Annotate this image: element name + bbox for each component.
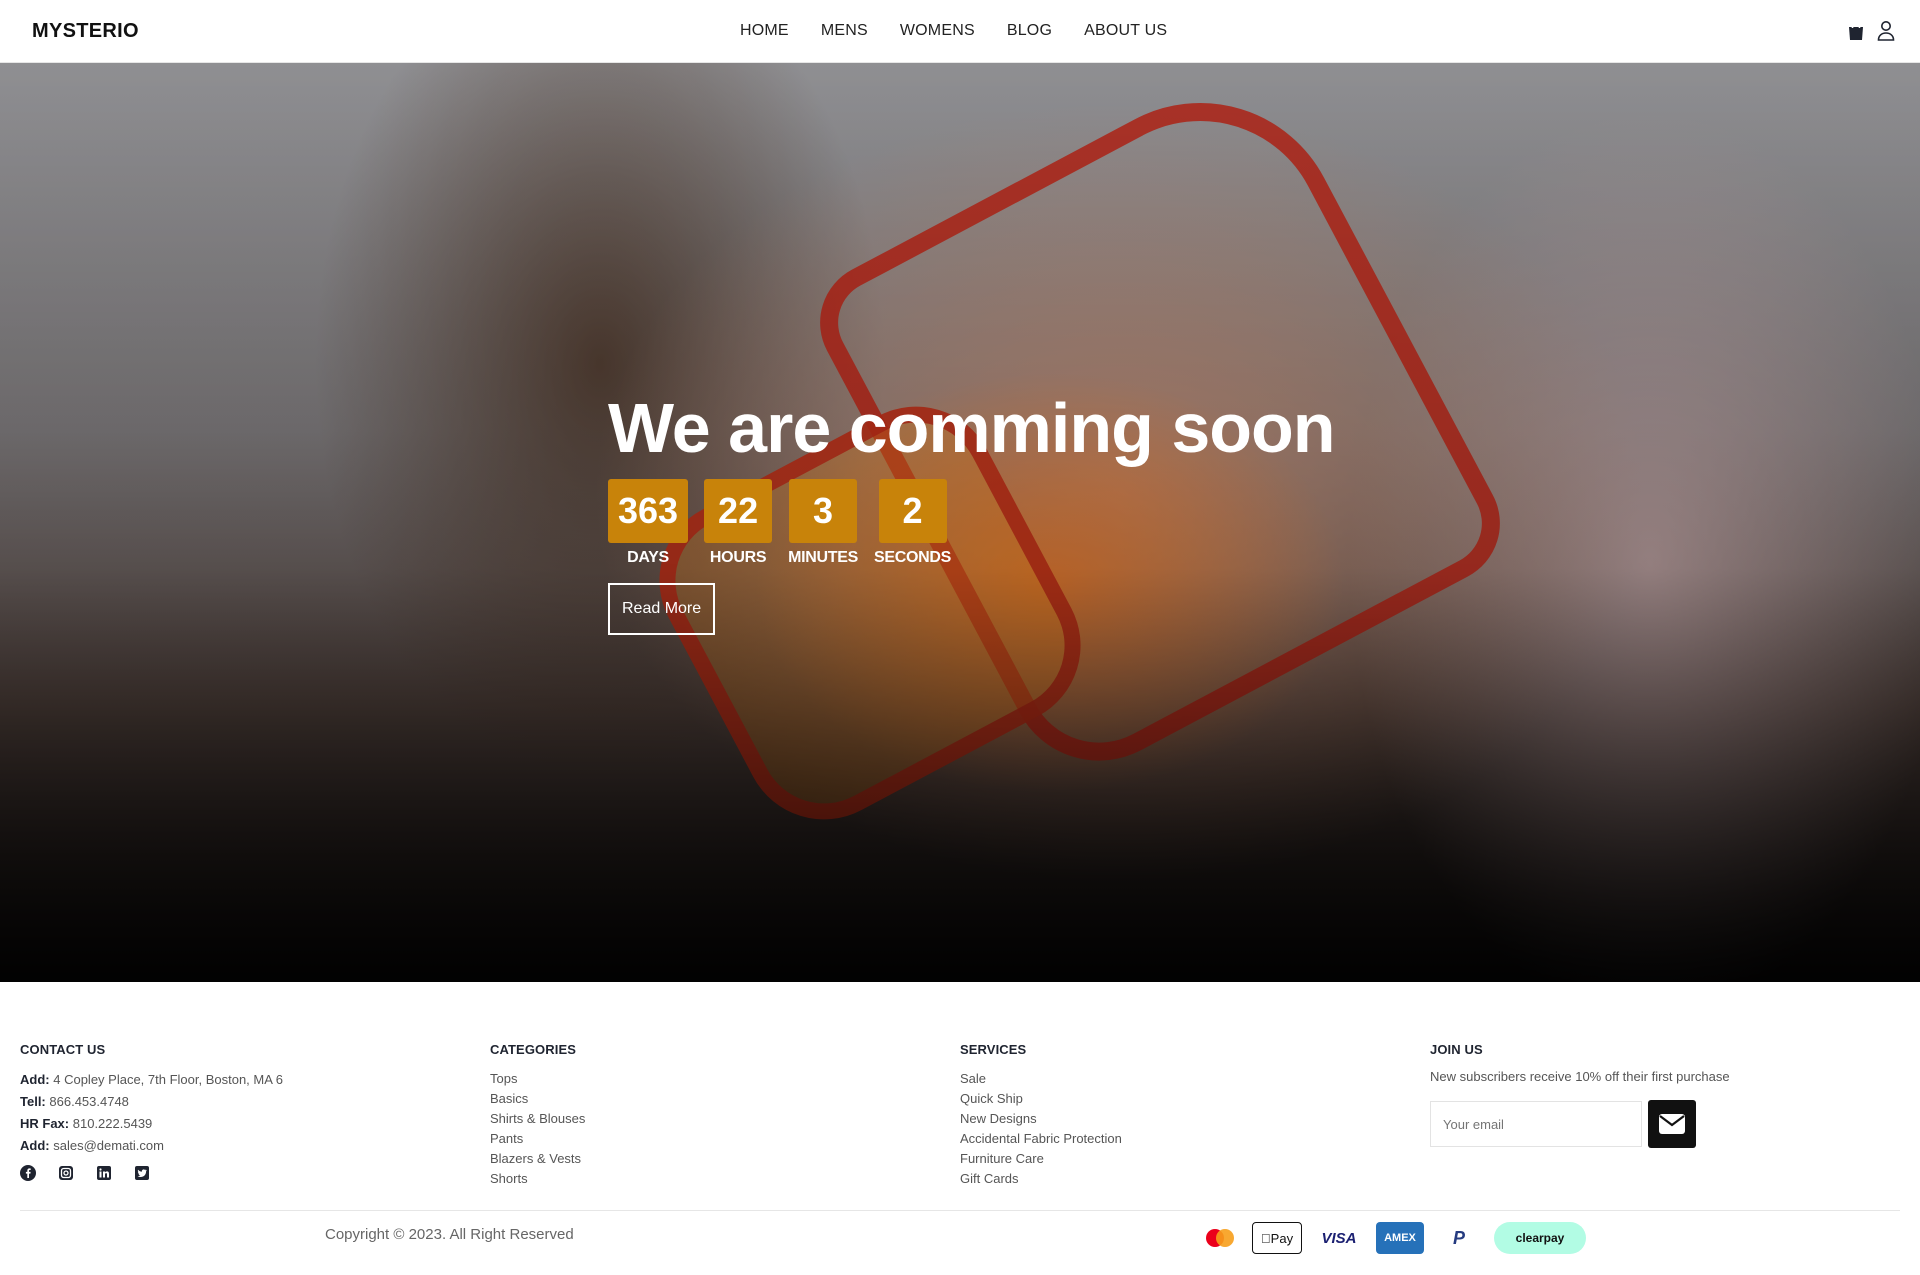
paypal-icon: P	[1452, 1227, 1465, 1248]
read-more-button[interactable]: Read More	[608, 583, 716, 635]
service-link[interactable]: Sale	[960, 1069, 1400, 1089]
envelope-icon	[1659, 1114, 1685, 1134]
amex-icon: AMEX	[1376, 1222, 1424, 1254]
countdown-seconds: 2 SECONDS	[874, 479, 951, 567]
categories-heading: CATEGORIES	[490, 1042, 576, 1057]
footer-join: JOIN US New subscribers receive 10% off …	[1430, 1042, 1890, 1148]
footer-categories: CATEGORIES Tops Basics Shirts & Blouses …	[490, 1042, 930, 1189]
join-heading: JOIN US	[1430, 1042, 1483, 1057]
copyright: Copyright © 2023. All Right Reserved	[325, 1226, 574, 1243]
countdown-value: 2	[878, 479, 947, 543]
footer-divider	[20, 1210, 1900, 1211]
category-link[interactable]: Basics	[490, 1089, 930, 1109]
newsletter-form	[1430, 1100, 1890, 1148]
subscribe-button[interactable]	[1648, 1100, 1696, 1148]
countdown-days: 363 DAYS	[608, 479, 689, 567]
contact-tel: Tell: 866.453.4748	[20, 1094, 129, 1109]
countdown: 363 DAYS 22 HOURS 3 MINUTES 2 SECONDS	[608, 479, 1335, 567]
visa-icon: VISA	[1321, 1229, 1357, 1247]
linkedin-icon[interactable]	[96, 1165, 112, 1181]
twitter-icon[interactable]	[134, 1165, 150, 1181]
apple-icon: 	[1261, 1231, 1271, 1246]
category-link[interactable]: Blazers & Vests	[490, 1149, 930, 1169]
category-link[interactable]: Shirts & Blouses	[490, 1109, 930, 1129]
site-header: MYSTERIO HOME MENS WOMENS BLOG ABOUT US	[0, 0, 1920, 63]
category-link[interactable]: Pants	[490, 1129, 930, 1149]
service-link[interactable]: Furniture Care	[960, 1149, 1400, 1169]
contact-address: Add: 4 Copley Place, 7th Floor, Boston, …	[20, 1072, 284, 1087]
countdown-value: 22	[704, 479, 773, 543]
footer-contact: CONTACT US Add: 4 Copley Place, 7th Floo…	[20, 1042, 460, 1181]
nav-womens[interactable]: WOMENS	[900, 22, 975, 40]
logo[interactable]: MYSTERIO	[32, 20, 139, 43]
category-link[interactable]: Shorts	[490, 1169, 930, 1189]
join-description: New subscribers receive 10% off their fi…	[1430, 1069, 1730, 1084]
service-link[interactable]: New Designs	[960, 1109, 1400, 1129]
user-icon[interactable]	[1876, 20, 1896, 42]
hero-title: We are comming soon	[608, 389, 1336, 467]
countdown-value: 3	[789, 479, 858, 543]
shopping-bag-icon[interactable]	[1846, 20, 1866, 42]
social-links	[20, 1165, 460, 1181]
category-link[interactable]: Tops	[490, 1069, 930, 1089]
nav-about-us[interactable]: ABOUT US	[1084, 22, 1167, 40]
instagram-icon[interactable]	[58, 1165, 74, 1181]
nav-blog[interactable]: BLOG	[1007, 22, 1052, 40]
contact-heading: CONTACT US	[20, 1042, 106, 1057]
service-link[interactable]: Accidental Fabric Protection	[960, 1129, 1400, 1149]
header-icons	[1846, 20, 1896, 42]
service-link[interactable]: Quick Ship	[960, 1089, 1400, 1109]
countdown-label: HOURS	[709, 549, 767, 566]
mastercard-icon	[1200, 1222, 1240, 1254]
countdown-minutes: 3 MINUTES	[788, 479, 858, 567]
countdown-label: SECONDS	[873, 549, 952, 566]
countdown-value: 363	[608, 479, 689, 543]
services-heading: SERVICES	[960, 1042, 1027, 1057]
main-nav: HOME MENS WOMENS BLOG ABOUT US	[740, 22, 1199, 40]
nav-mens[interactable]: MENS	[821, 22, 868, 40]
clearpay-icon: clearpay	[1494, 1222, 1586, 1254]
countdown-label: MINUTES	[788, 549, 858, 566]
apple-pay-icon: Pay	[1252, 1222, 1302, 1254]
email-input[interactable]	[1430, 1101, 1642, 1147]
hero-content: We are comming soon 363 DAYS 22 HOURS 3 …	[608, 389, 1336, 635]
countdown-hours: 22 HOURS	[704, 479, 773, 567]
facebook-icon[interactable]	[20, 1165, 36, 1181]
contact-email: Add: sales@demati.com	[20, 1138, 164, 1153]
hero-banner: We are comming soon 363 DAYS 22 HOURS 3 …	[0, 63, 1920, 982]
service-link[interactable]: Gift Cards	[960, 1169, 1400, 1189]
payment-methods: Pay VISA AMEX P clearpay	[1200, 1222, 1586, 1254]
footer-services: SERVICES Sale Quick Ship New Designs Acc…	[960, 1042, 1400, 1189]
nav-home[interactable]: HOME	[740, 22, 789, 40]
countdown-label: DAYS	[627, 549, 669, 566]
contact-fax: HR Fax: 810.222.5439	[20, 1116, 153, 1131]
site-footer: CONTACT US Add: 4 Copley Place, 7th Floo…	[0, 982, 1920, 1275]
